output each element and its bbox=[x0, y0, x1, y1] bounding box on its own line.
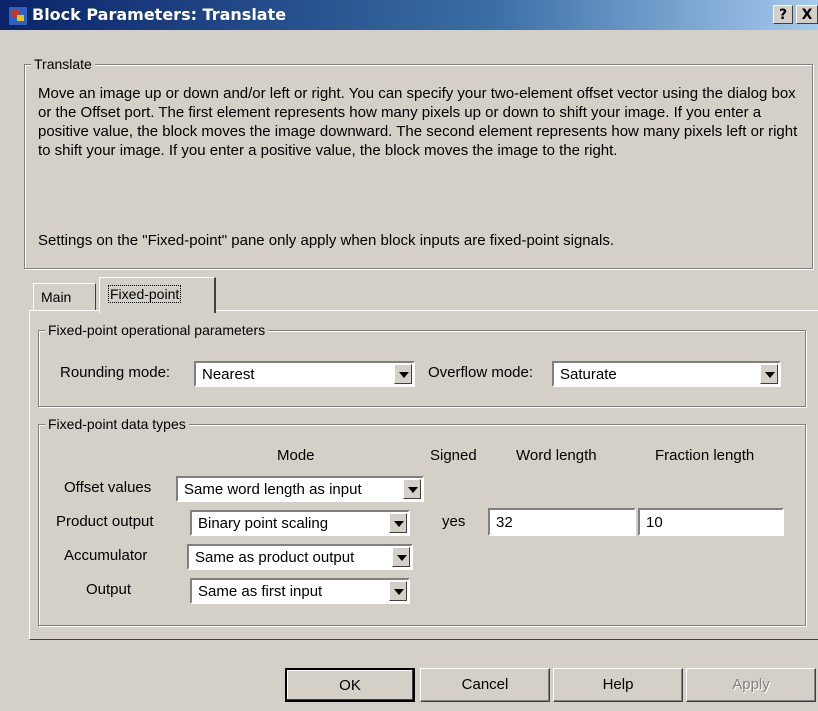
overflow-mode-label: Overflow mode: bbox=[428, 364, 534, 381]
output-mode-value: Same as first input bbox=[198, 583, 323, 600]
accumulator-mode-select[interactable]: Same as product output bbox=[187, 544, 413, 570]
product-output-fraction-length-field[interactable]: 10 bbox=[638, 508, 784, 536]
product-output-fraction-length-value: 10 bbox=[646, 514, 663, 531]
product-output-mode-select[interactable]: Binary point scaling bbox=[190, 510, 410, 536]
block-description: Move an image up or down and/or left or … bbox=[38, 85, 798, 159]
tab-main-label: Main bbox=[41, 289, 72, 305]
fraction-length-header: Fraction length bbox=[655, 447, 755, 464]
overflow-mode-select[interactable]: Saturate bbox=[552, 361, 781, 387]
signed-header: Signed bbox=[430, 447, 477, 464]
product-output-word-length-field[interactable]: 32 bbox=[488, 508, 636, 536]
product-output-label: Product output bbox=[56, 513, 154, 530]
help-button[interactable]: Help bbox=[553, 668, 683, 702]
rounding-mode-value: Nearest bbox=[202, 366, 255, 383]
overflow-mode-value: Saturate bbox=[560, 366, 617, 383]
chevron-down-icon[interactable] bbox=[403, 479, 421, 499]
chevron-down-icon[interactable] bbox=[389, 581, 407, 601]
word-length-header: Word length bbox=[516, 447, 597, 464]
offset-values-label: Offset values bbox=[64, 479, 152, 496]
description-group-legend: Translate bbox=[31, 56, 95, 72]
fixed-point-note: Settings on the "Fixed-point" pane only … bbox=[38, 232, 614, 249]
chevron-down-icon[interactable] bbox=[760, 364, 778, 384]
chevron-down-icon[interactable] bbox=[394, 364, 412, 384]
rounding-mode-label: Rounding mode: bbox=[60, 364, 171, 381]
apply-button[interactable]: Apply bbox=[686, 668, 816, 702]
help-title-button[interactable]: ? bbox=[773, 5, 793, 24]
chevron-down-icon[interactable] bbox=[392, 547, 410, 567]
rounding-mode-select[interactable]: Nearest bbox=[194, 361, 415, 387]
accumulator-mode-value: Same as product output bbox=[195, 549, 355, 566]
output-mode-select[interactable]: Same as first input bbox=[190, 578, 410, 604]
mode-header: Mode bbox=[277, 447, 315, 464]
operational-group-legend: Fixed-point operational parameters bbox=[45, 322, 269, 338]
tab-fixed-point[interactable]: Fixed-point bbox=[99, 277, 216, 313]
ok-button[interactable]: OK bbox=[285, 668, 415, 702]
product-output-word-length-value: 32 bbox=[496, 514, 513, 531]
window-title: Block Parameters: Translate bbox=[32, 5, 287, 24]
offset-values-mode-select[interactable]: Same word length as input bbox=[176, 476, 424, 502]
accumulator-label: Accumulator bbox=[64, 547, 148, 564]
tab-main[interactable]: Main bbox=[33, 283, 96, 311]
cancel-button[interactable]: Cancel bbox=[420, 668, 550, 702]
output-label: Output bbox=[86, 581, 132, 598]
title-bar[interactable]: Block Parameters: Translate ? X bbox=[0, 0, 818, 30]
data-types-group-legend: Fixed-point data types bbox=[45, 416, 189, 432]
product-output-signed: yes bbox=[442, 513, 466, 530]
chevron-down-icon[interactable] bbox=[389, 513, 407, 533]
tab-fixed-point-label: Fixed-point bbox=[108, 285, 182, 303]
offset-values-mode-value: Same word length as input bbox=[184, 481, 362, 498]
product-output-mode-value: Binary point scaling bbox=[198, 515, 329, 532]
close-button[interactable]: X bbox=[796, 5, 818, 24]
simulink-block-icon bbox=[8, 6, 28, 26]
